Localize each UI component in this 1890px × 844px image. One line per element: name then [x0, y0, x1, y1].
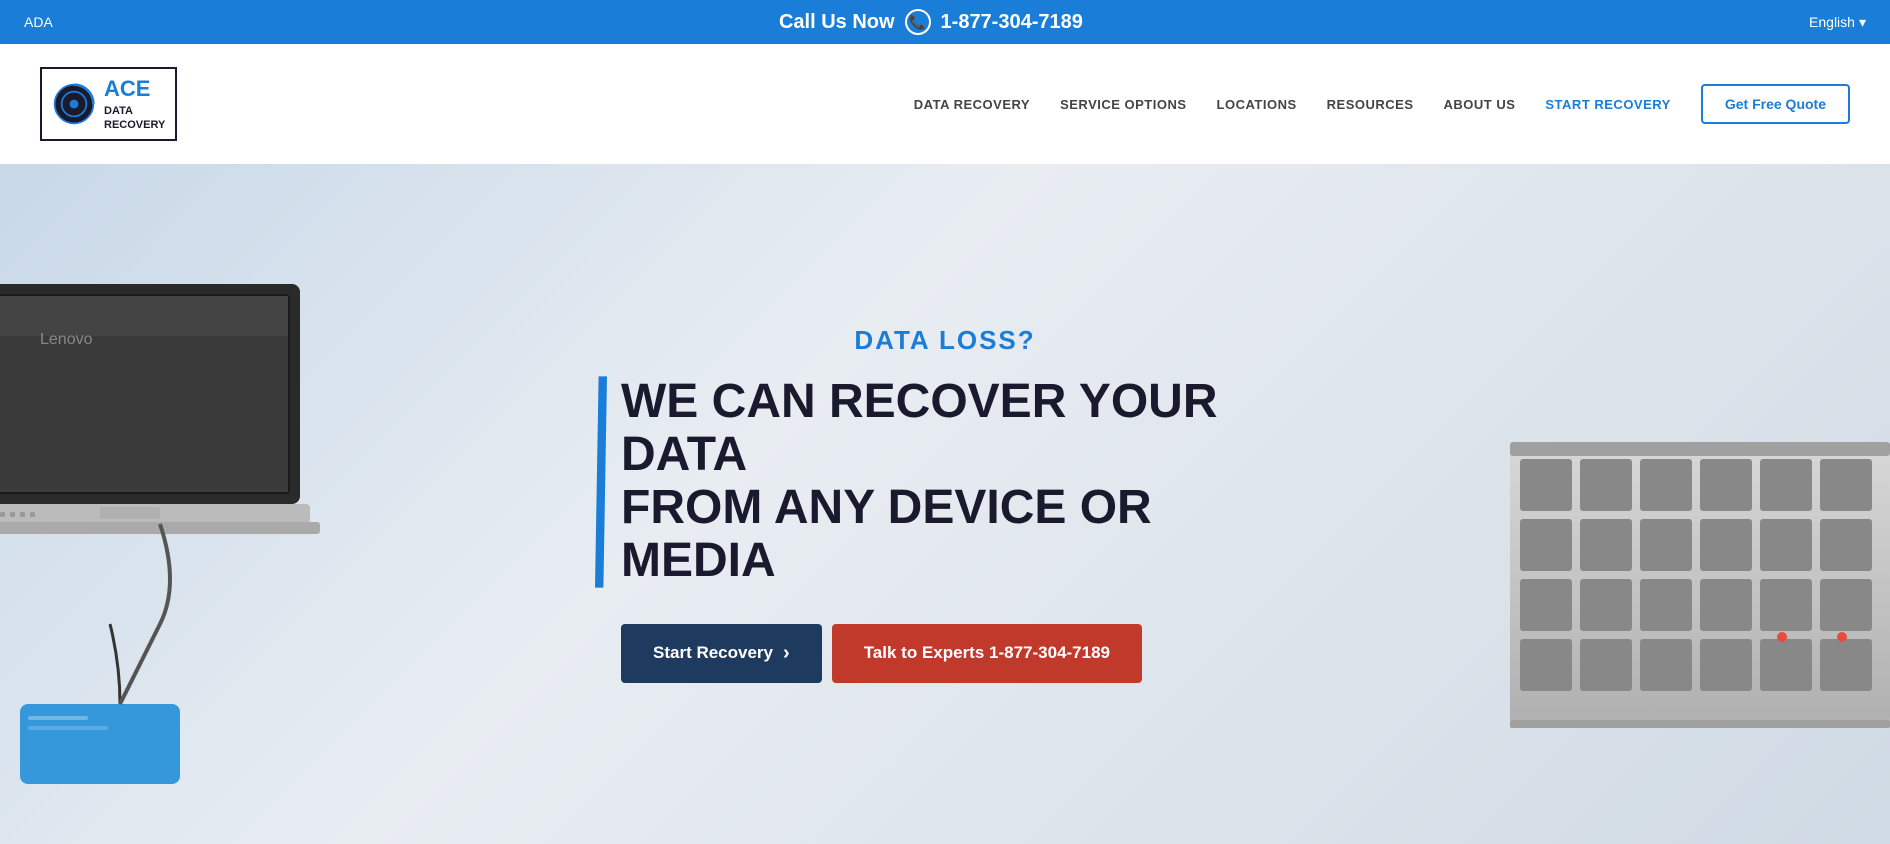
- hero-content: DATA LOSS? WE CAN RECOVER YOUR DATA FROM…: [595, 325, 1295, 682]
- start-recovery-label: Start Recovery: [653, 643, 773, 663]
- chevron-right-icon: ›: [783, 642, 790, 665]
- nav-resources[interactable]: RESOURCES: [1327, 97, 1414, 112]
- nav-data-recovery[interactable]: DATA RECOVERY: [914, 97, 1030, 112]
- phone-number: 1-877-304-7189: [941, 11, 1083, 34]
- nav-service-options[interactable]: SERVICE OPTIONS: [1060, 97, 1186, 112]
- nav-about-us[interactable]: ABOUT US: [1444, 97, 1516, 112]
- hero-section: Lenovo: [0, 164, 1890, 844]
- laptop-device: Lenovo: [0, 224, 340, 844]
- logo-text: ace DATA RECOVERY: [104, 75, 165, 132]
- navbar: ace DATA RECOVERY DATA RECOVERY SERVICE …: [0, 44, 1890, 164]
- logo-box: ace DATA RECOVERY: [40, 67, 177, 140]
- phone-icon: 📞: [905, 9, 931, 35]
- chevron-down-icon: ▾: [1859, 14, 1866, 31]
- hero-accent-bar: [595, 376, 607, 587]
- hero-title-wrapper: WE CAN RECOVER YOUR DATA FROM ANY DEVICE…: [595, 376, 1295, 587]
- talk-to-experts-button[interactable]: Talk to Experts 1-877-304-7189: [832, 624, 1142, 683]
- logo-icon: [52, 82, 96, 126]
- get-free-quote-button[interactable]: Get Free Quote: [1701, 84, 1850, 124]
- hero-title-line2: FROM ANY DEVICE OR MEDIA: [621, 482, 1295, 588]
- logo[interactable]: ace DATA RECOVERY: [40, 67, 177, 140]
- nav-links: DATA RECOVERY SERVICE OPTIONS LOCATIONS …: [914, 84, 1850, 124]
- top-bar: ADA Call Us Now 📞 1-877-304-7189 English…: [0, 0, 1890, 44]
- hero-title-line1: WE CAN RECOVER YOUR DATA: [621, 376, 1295, 482]
- language-selector[interactable]: English ▾: [1809, 14, 1866, 31]
- call-label: Call Us Now: [779, 11, 895, 34]
- language-label: English: [1809, 14, 1855, 30]
- hero-buttons: Start Recovery › Talk to Experts 1-877-3…: [621, 624, 1295, 683]
- start-recovery-button[interactable]: Start Recovery ›: [621, 624, 822, 683]
- ada-label: ADA: [24, 14, 53, 30]
- hero-subtitle: DATA LOSS?: [595, 325, 1295, 356]
- server-device: [1490, 404, 1890, 784]
- call-us-section: Call Us Now 📞 1-877-304-7189: [779, 9, 1083, 35]
- hero-title: WE CAN RECOVER YOUR DATA FROM ANY DEVICE…: [621, 376, 1295, 587]
- nav-start-recovery[interactable]: START RECOVERY: [1545, 97, 1670, 112]
- nav-locations[interactable]: LOCATIONS: [1217, 97, 1297, 112]
